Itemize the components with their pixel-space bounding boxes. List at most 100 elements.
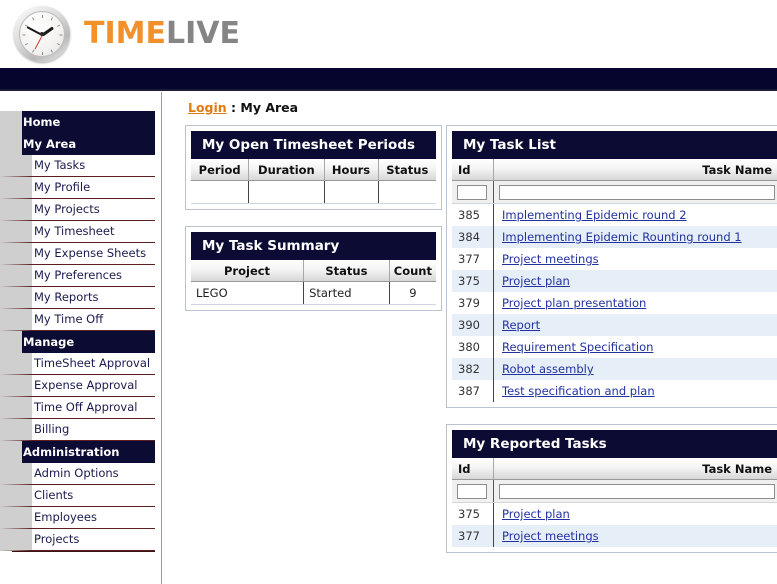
cell-task-name: Requirement Specification [493,336,777,358]
cell-task-name: Project plan presentation [493,292,777,314]
cell-task-name: Project plan [493,270,777,292]
brand-text-time: TIME [84,16,166,51]
task-link[interactable]: Robot assembly [502,362,594,376]
column-header-status[interactable]: Status [303,260,390,282]
sidebar-group-label: My Area [23,137,77,151]
cell-task-id: 387 [452,380,494,402]
panel-title-task-list: My Task List [452,131,777,159]
filter-row [452,180,777,204]
cell-task-id: 380 [452,336,494,358]
filter-cell-task-name [493,479,777,503]
panel-open-timesheet-periods: My Open Timesheet Periods Period Duratio… [185,125,442,210]
sidebar-item-label: My Tasks [34,158,86,172]
cell-task-name: Implementing Epidemic Rounting round 1 [493,226,777,248]
cell-task-name: Robot assembly [493,358,777,380]
task-link[interactable]: Report [502,318,540,332]
table-row: 375 Project plan [452,270,777,292]
task-link[interactable]: Project meetings [502,252,599,266]
sidebar-item-my-preferences[interactable]: My Preferences [0,265,155,287]
task-link[interactable]: Project plan [502,274,570,288]
filter-input-id[interactable] [457,184,487,200]
panel-title-task-summary: My Task Summary [191,232,436,260]
table-header-row: Period Duration Hours Status [191,159,436,181]
task-link[interactable]: Test specification and plan [502,384,655,398]
sidebar-item-expense-approval[interactable]: Expense Approval [0,375,155,397]
breadcrumb-separator: : [226,100,241,115]
sidebar-item-admin-options[interactable]: Admin Options [0,463,155,485]
sidebar-item-label: My Projects [34,202,100,216]
column-header-project[interactable]: Project [191,260,305,282]
cell-task-name: Project meetings [493,525,777,547]
page-root: TIMELIVE Home My Area My Tasks My Profile My… [0,0,777,584]
sidebar-item-clients[interactable]: Clients [0,485,155,507]
task-link[interactable]: Requirement Specification [502,340,653,354]
sidebar-item-my-expense-sheets[interactable]: My Expense Sheets [0,243,155,265]
task-link[interactable]: Implementing Epidemic round 2 [502,208,687,222]
cell-status: Started [303,281,390,305]
column-header-id[interactable]: Id [452,458,494,480]
filter-input-task-name[interactable] [499,184,775,200]
table-row [191,180,436,204]
table-reported-tasks: Id Task Name 375 Project plan 377 Projec… [452,458,777,547]
left-column: My Open Timesheet Periods Period Duratio… [185,125,442,327]
cell-task-name: Test specification and plan [493,380,777,402]
sidebar: Home My Area My Tasks My Profile My Projects… [0,92,163,584]
table-header-row: Id Task Name [452,159,777,181]
brand-logo[interactable]: TIMELIVE [14,6,240,62]
column-header-duration[interactable]: Duration [248,159,325,181]
panel-title-open-timesheet-periods: My Open Timesheet Periods [191,131,436,159]
panel-task-summary: My Task Summary Project Status Count LEG… [185,226,442,311]
table-row: 375 Project plan [452,502,777,525]
task-link[interactable]: Implementing Epidemic Rounting round 1 [502,230,742,244]
task-link[interactable]: Project plan presentation [502,296,646,310]
sidebar-item-my-time-off[interactable]: My Time Off [0,309,155,331]
breadcrumb-login-link[interactable]: Login [188,100,227,115]
filter-input-id[interactable] [457,483,487,499]
sidebar-item-time-off-approval[interactable]: Time Off Approval [0,397,155,419]
sidebar-group-home[interactable]: Home [0,111,155,133]
sidebar-item-my-profile[interactable]: My Profile [0,177,155,199]
column-header-task-name[interactable]: Task Name [493,458,777,480]
sidebar-item-label: My Timesheet [34,224,115,238]
sidebar-group-administration[interactable]: Administration [0,441,155,463]
sidebar-item-timesheet-approval[interactable]: TimeSheet Approval [0,353,155,375]
filter-cell-id [452,180,494,204]
cell-task-id: 379 [452,292,494,314]
task-link[interactable]: Project plan [502,507,570,521]
sidebar-item-label: Expense Approval [34,378,138,392]
panel-title-reported-tasks: My Reported Tasks [452,430,777,458]
sidebar-item-label: My Preferences [34,268,123,282]
column-header-id[interactable]: Id [452,159,494,181]
sidebar-item-billing[interactable]: Billing [0,419,155,441]
cell-hours [324,180,379,204]
sidebar-bottom-rule [12,551,155,552]
sidebar-item-my-projects[interactable]: My Projects [0,199,155,221]
filter-input-task-name[interactable] [499,483,775,499]
sidebar-item-my-reports[interactable]: My Reports [0,287,155,309]
sidebar-group-my-area[interactable]: My Area [0,133,155,155]
table-task-list: Id Task Name 385 Implementing Epidemic r… [452,159,777,402]
column-header-count[interactable]: Count [389,260,436,282]
column-header-status[interactable]: Status [378,159,436,181]
sidebar-item-my-timesheet[interactable]: My Timesheet [0,221,155,243]
sidebar-item-label: Billing [34,422,70,436]
sidebar-item-employees[interactable]: Employees [0,507,155,529]
sidebar-item-my-tasks[interactable]: My Tasks [0,155,155,177]
sidebar-menu: Home My Area My Tasks My Profile My Projects… [0,111,155,552]
cell-count: 9 [389,281,436,305]
column-header-period[interactable]: Period [191,159,250,181]
column-header-hours[interactable]: Hours [324,159,379,181]
table-open-timesheet-periods: Period Duration Hours Status [191,159,436,204]
top-nav-underline [0,89,777,91]
sidebar-group-manage[interactable]: Manage [0,331,155,353]
right-column: My Task List Id Task Name 385 Implementi… [446,125,777,569]
task-link[interactable]: Project meetings [502,529,599,543]
breadcrumb-current: My Area [240,100,299,115]
sidebar-group-label: Manage [23,335,75,349]
sidebar-item-projects[interactable]: Projects [0,529,155,551]
sidebar-item-label: My Profile [34,180,91,194]
cell-task-id: 384 [452,226,494,248]
column-header-task-name[interactable]: Task Name [493,159,777,181]
sidebar-item-label: Admin Options [34,466,119,480]
cell-status [378,180,436,204]
